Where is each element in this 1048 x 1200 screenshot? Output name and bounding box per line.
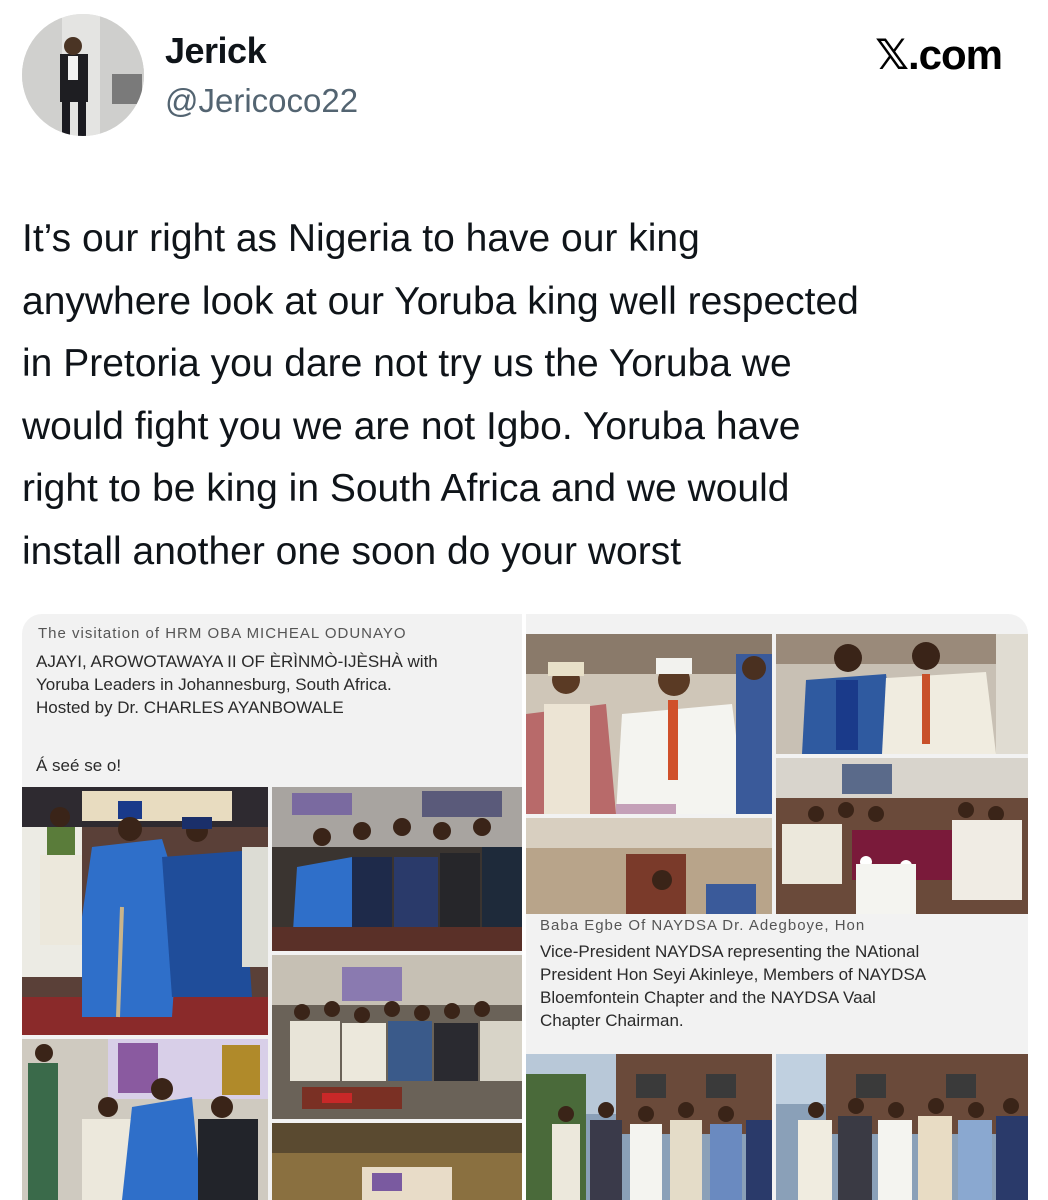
caption-line: AJAYI, AROWOTAWAYA II OF ÈRÌNMÒ-IJÈSHÀ w… [36,652,438,671]
tweet-line: install another one soon do your worst [22,529,682,573]
photo-entrance [272,1123,522,1200]
photo-room-strip [526,818,772,914]
tweet-text: It’s our right as Nigeria to have our ki… [22,208,1032,583]
tweet-line: anywhere look at our Yoruba king well re… [22,279,859,323]
photo-two-chiefs [776,634,1028,754]
tweet-line: would fight you we are not Igbo. Yoruba … [22,404,801,448]
tweet-line: right to be king in South Africa and we … [22,467,790,510]
tweet-line: in Pretoria you dare not try us the Yoru… [22,342,792,385]
photo-dining-table [776,758,1028,914]
tweet-media[interactable]: The visitation of HRM OBA MICHEAL ODUNAY… [22,614,1028,1200]
caption-line: Yoruba Leaders in Johannesburg, South Af… [36,675,392,694]
x-logo-badge: 𝕏.com [875,31,1003,78]
media-right-post[interactable]: Baba Egbe Of NAYDSA Dr. Adegboye, Hon Vi… [526,614,1028,1200]
photo-banner-dignitaries [22,1039,268,1200]
media-left-post[interactable]: The visitation of HRM OBA MICHEAL ODUNAY… [22,614,522,1200]
avatar[interactable] [22,14,144,136]
photo-group-outdoors-1 [526,1054,772,1200]
right-post-bottom-photos [526,1054,1028,1200]
caption-line: President Hon Seyi Akinleye, Members of … [540,965,927,984]
right-post-top-collage [526,634,1028,914]
avatar-photo [22,14,144,136]
photo-group-outdoors-2 [776,1054,1028,1200]
tweet-line: It’s our right as Nigeria to have our ki… [22,217,700,260]
photo-king-seated [526,634,772,814]
caption-line: Hosted by Dr. CHARLES AYANBOWALE [36,698,344,717]
caption-cutoff-line: The visitation of HRM OBA MICHEAL ODUNAY… [38,625,407,642]
left-post-greeting: Á seé se o! [36,756,122,775]
caption-line: Bloemfontein Chapter and the NAYDSA Vaal [540,988,876,1007]
photo-seated-leaders [22,787,268,1035]
caption-line: Chapter Chairman. [540,1011,684,1030]
photo-group-hall [272,787,522,951]
display-name[interactable]: Jerick [165,30,267,72]
right-post-caption: Vice-President NAYDSA representing the N… [540,940,926,1032]
caption-line: Vice-President NAYDSA representing the N… [540,942,920,961]
user-handle[interactable]: @Jericoco22 [165,82,358,120]
left-post-caption: AJAYI, AROWOTAWAYA II OF ÈRÌNMÒ-IJÈSHÀ w… [36,650,438,719]
caption-cutoff-line: Baba Egbe Of NAYDSA Dr. Adegboye, Hon [540,917,866,934]
photo-crowd-room [272,955,522,1119]
left-post-photo-grid [22,787,522,1200]
